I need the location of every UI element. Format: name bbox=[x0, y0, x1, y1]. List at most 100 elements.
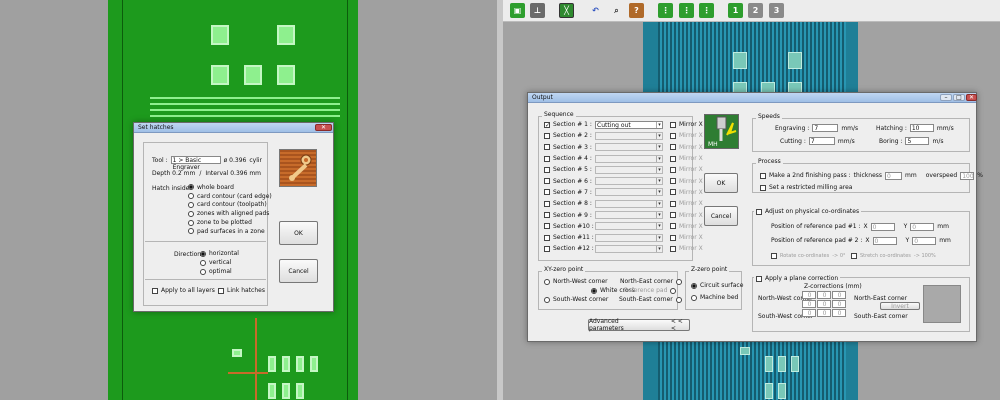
circuit-surface-option[interactable]: Circuit surface bbox=[691, 280, 743, 291]
hatch-option[interactable]: whole board bbox=[188, 183, 272, 192]
section-checkbox[interactable] bbox=[544, 223, 550, 230]
engraving-input[interactable]: 7 bbox=[812, 124, 839, 132]
stretch-checkbox[interactable] bbox=[851, 252, 857, 259]
mirror-checkbox[interactable] bbox=[670, 132, 676, 139]
maximize-button[interactable]: □ bbox=[953, 94, 965, 101]
undo-icon[interactable]: ↶ bbox=[588, 3, 603, 18]
section-select[interactable]: ▾ bbox=[595, 154, 663, 163]
hatch-option[interactable]: pad surfaces in a zone bbox=[188, 227, 272, 236]
z-correction-input[interactable]: 0 bbox=[802, 300, 816, 308]
section-checkbox[interactable] bbox=[544, 166, 550, 173]
z-correction-input[interactable]: 0 bbox=[802, 291, 816, 299]
plane-correction-checkbox[interactable] bbox=[756, 275, 762, 282]
section-select[interactable]: ▾ bbox=[595, 222, 663, 231]
mirror-checkbox[interactable] bbox=[670, 166, 676, 173]
mirror-checkbox[interactable] bbox=[670, 212, 676, 219]
invert-button[interactable]: Invert bbox=[880, 302, 920, 310]
checkbox-icon[interactable] bbox=[152, 287, 158, 294]
layer-2-icon[interactable]: 2 bbox=[748, 3, 763, 18]
z-correction-input[interactable]: 0 bbox=[817, 300, 831, 308]
align-center-icon[interactable]: ⋮ bbox=[679, 3, 694, 18]
mirror-checkbox[interactable] bbox=[670, 121, 676, 128]
mirror-checkbox[interactable] bbox=[670, 155, 676, 162]
second-pass-checkbox[interactable] bbox=[760, 172, 766, 179]
close-button[interactable]: ✕ bbox=[966, 94, 977, 101]
mirror-checkbox[interactable] bbox=[670, 178, 676, 185]
radio-icon[interactable] bbox=[188, 228, 194, 235]
machine-bed-option[interactable]: Machine bed bbox=[691, 292, 738, 303]
section-select[interactable]: ▾ bbox=[595, 165, 663, 174]
overspeed-input[interactable]: 100 bbox=[960, 171, 975, 180]
minimize-button[interactable]: – bbox=[940, 94, 952, 101]
pad1-y-input[interactable]: 0 bbox=[910, 222, 935, 231]
hatch-option[interactable]: zones with aligned pads bbox=[188, 209, 272, 218]
z-correction-input[interactable]: 0 bbox=[817, 309, 831, 317]
radio-icon[interactable] bbox=[544, 278, 550, 285]
radio-icon[interactable] bbox=[188, 201, 194, 208]
pad2-x-input[interactable]: 0 bbox=[872, 236, 897, 245]
radio-icon[interactable] bbox=[188, 193, 194, 200]
pad2-y-input[interactable]: 0 bbox=[912, 236, 937, 245]
radio-icon[interactable] bbox=[691, 282, 697, 289]
hatch-option[interactable]: card contour (card edge) bbox=[188, 192, 272, 201]
section-checkbox[interactable] bbox=[544, 155, 550, 162]
radio-icon[interactable] bbox=[676, 278, 683, 285]
layer-3-icon[interactable]: 3 bbox=[769, 3, 784, 18]
section-select[interactable]: Cutting out ▾ bbox=[595, 120, 663, 129]
tool-path-icon[interactable]: ╳ bbox=[559, 3, 574, 18]
hatch-option[interactable]: card contour (toolpath) bbox=[188, 201, 272, 210]
hatching-input[interactable]: 10 bbox=[909, 124, 934, 132]
z-correction-input[interactable]: 0 bbox=[832, 291, 846, 299]
direction-option[interactable]: horizontal bbox=[200, 249, 239, 258]
rotate-checkbox[interactable] bbox=[771, 252, 777, 259]
restricted-area-row[interactable]: Set a restricted milling area bbox=[760, 182, 852, 193]
machine-icon[interactable]: ⊥ bbox=[530, 3, 545, 18]
z-correction-input[interactable]: 0 bbox=[802, 309, 816, 317]
section-select[interactable]: ▾ bbox=[595, 233, 663, 242]
section-select[interactable]: ▾ bbox=[595, 177, 663, 186]
direction-option[interactable]: vertical bbox=[200, 258, 239, 267]
apply-all-layers-checkbox[interactable]: Apply to all layers bbox=[152, 285, 215, 296]
hatch-option[interactable]: zone to be plotted bbox=[188, 218, 272, 227]
z-correction-input[interactable]: 0 bbox=[832, 309, 846, 317]
section-select[interactable]: ▾ bbox=[595, 244, 663, 253]
link-hatches-checkbox[interactable]: Link hatches bbox=[218, 285, 265, 296]
mirror-checkbox[interactable] bbox=[670, 189, 676, 196]
rotate-row[interactable]: Rotate co-ordinates -> 0° bbox=[771, 250, 846, 261]
z-correction-input[interactable]: 0 bbox=[832, 300, 846, 308]
cancel-button[interactable]: Cancel bbox=[279, 259, 318, 283]
radio-icon[interactable] bbox=[670, 287, 677, 294]
section-select[interactable]: ▾ bbox=[595, 188, 663, 197]
zoom-icon[interactable]: ⌕ bbox=[609, 3, 624, 18]
advanced-parameters-button[interactable]: Advanced parameters < < < bbox=[588, 318, 690, 332]
radio-icon[interactable] bbox=[200, 268, 206, 275]
z-correction-input[interactable]: 0 bbox=[817, 291, 831, 299]
sw-corner-option[interactable]: South-West corner bbox=[544, 294, 608, 305]
cancel-button[interactable]: Cancel bbox=[704, 206, 738, 226]
ok-button[interactable]: OK bbox=[704, 173, 738, 193]
radio-icon[interactable] bbox=[188, 210, 194, 217]
se-corner-option[interactable]: South-East corner bbox=[619, 294, 682, 305]
adjust-checkbox[interactable] bbox=[756, 208, 762, 215]
radio-icon[interactable] bbox=[691, 294, 697, 301]
section-checkbox[interactable] bbox=[544, 189, 550, 196]
radio-icon[interactable] bbox=[675, 296, 682, 303]
section-checkbox[interactable] bbox=[544, 212, 550, 219]
section-checkbox[interactable] bbox=[544, 178, 550, 185]
direction-option[interactable]: optimal bbox=[200, 267, 239, 276]
boring-input[interactable]: 5 bbox=[905, 137, 930, 145]
section-select[interactable]: ▾ bbox=[595, 199, 663, 208]
adjust-legend[interactable]: Adjust on physical co-ordinates bbox=[754, 206, 862, 218]
section-select[interactable]: ▾ bbox=[595, 211, 663, 220]
mirror-checkbox[interactable] bbox=[670, 223, 676, 230]
section-checkbox[interactable] bbox=[544, 144, 550, 151]
stretch-row[interactable]: Stretch co-ordinates -> 100% bbox=[851, 250, 936, 261]
restricted-area-checkbox[interactable] bbox=[760, 184, 766, 191]
tool-select[interactable]: 1 > Basic Engraver bbox=[170, 156, 221, 171]
cutting-input[interactable]: 7 bbox=[808, 137, 835, 145]
layer-1-icon[interactable]: 1 bbox=[728, 3, 743, 18]
close-button[interactable]: ✕ bbox=[315, 124, 332, 131]
radio-icon[interactable] bbox=[591, 287, 597, 294]
help-icon[interactable]: ? bbox=[629, 3, 644, 18]
section-checkbox[interactable] bbox=[544, 200, 550, 207]
